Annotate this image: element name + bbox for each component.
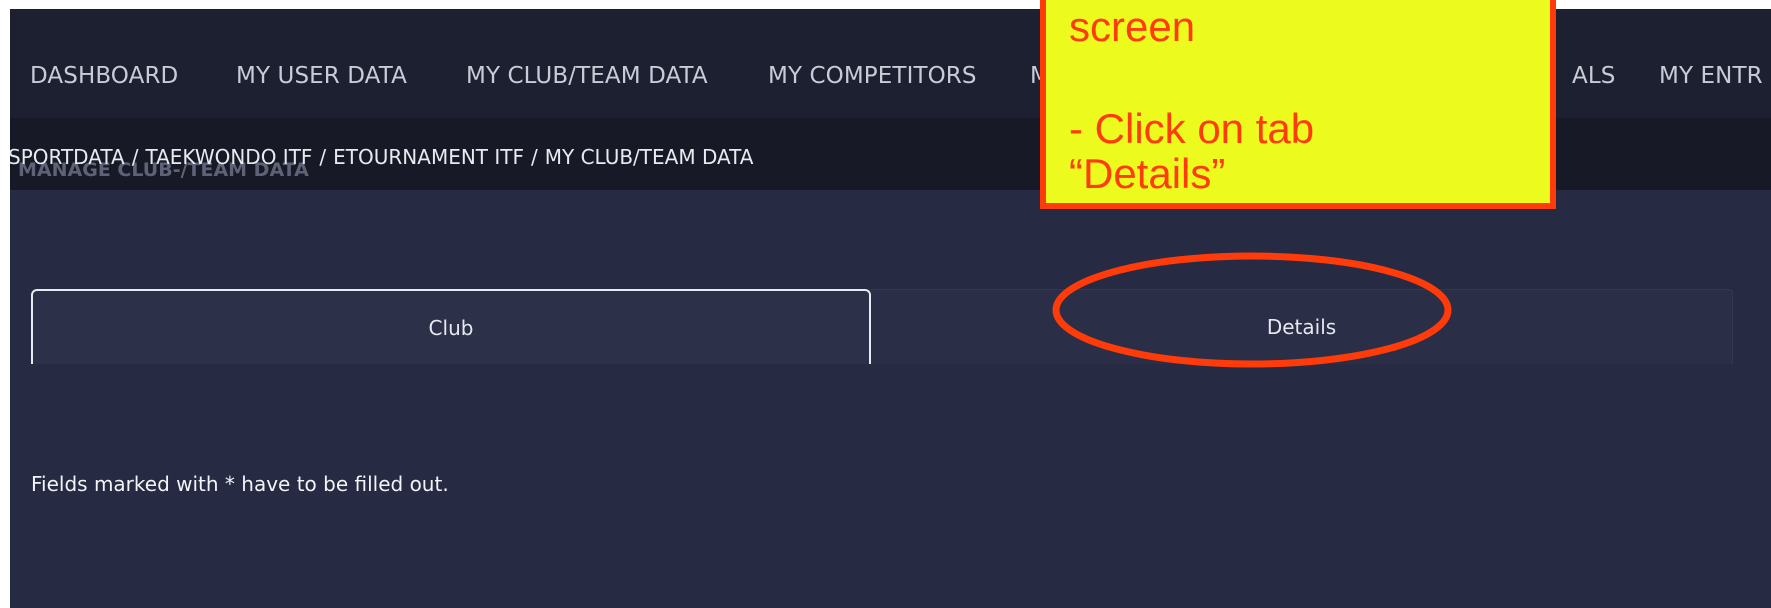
nav-item-my-entries[interactable]: MY ENTR [1659,63,1763,89]
tab-club[interactable]: Club [31,289,871,364]
required-fields-hint: Fields marked with * have to be filled o… [31,472,449,496]
tab-details[interactable]: Details [871,289,1733,364]
callout-line-screen: screen [1069,3,1196,50]
callout-line-details: “Details” [1069,150,1226,197]
instruction-callout: screen - Click on tab “Details” [1040,0,1556,209]
tab-club-label: Club [428,315,474,340]
nav-item-my-user-data[interactable]: MY USER DATA [236,63,407,89]
tab-details-label: Details [1266,315,1337,339]
breadcrumb-current-page: MY CLUB/TEAM DATA [544,145,754,169]
tab-bar: Club Details [31,289,1733,364]
breadcrumb-separator: / [131,145,139,169]
breadcrumb-link-etournament-itf[interactable]: ETOURNAMENT ITF [333,145,524,169]
callout-line-click-on-tab: - Click on tab [1069,105,1315,152]
breadcrumb-link-sportdata[interactable]: SPORTDATA [10,145,125,169]
nav-item-partial-als[interactable]: ALS [1572,63,1615,89]
nav-item-my-club-team-data[interactable]: MY CLUB/TEAM DATA [466,63,708,89]
breadcrumb: SPORTDATA / TAEKWONDO ITF / ETOURNAMENT ITF /… [10,145,753,169]
nav-item-my-competitors[interactable]: MY COMPETITORS [768,63,977,89]
breadcrumb-separator: / [319,145,327,169]
breadcrumb-separator: / [531,145,538,169]
nav-item-dashboard[interactable]: DASHBOARD [30,63,178,89]
breadcrumb-link-taekwondo-itf[interactable]: TAEKWONDO ITF [145,145,312,169]
